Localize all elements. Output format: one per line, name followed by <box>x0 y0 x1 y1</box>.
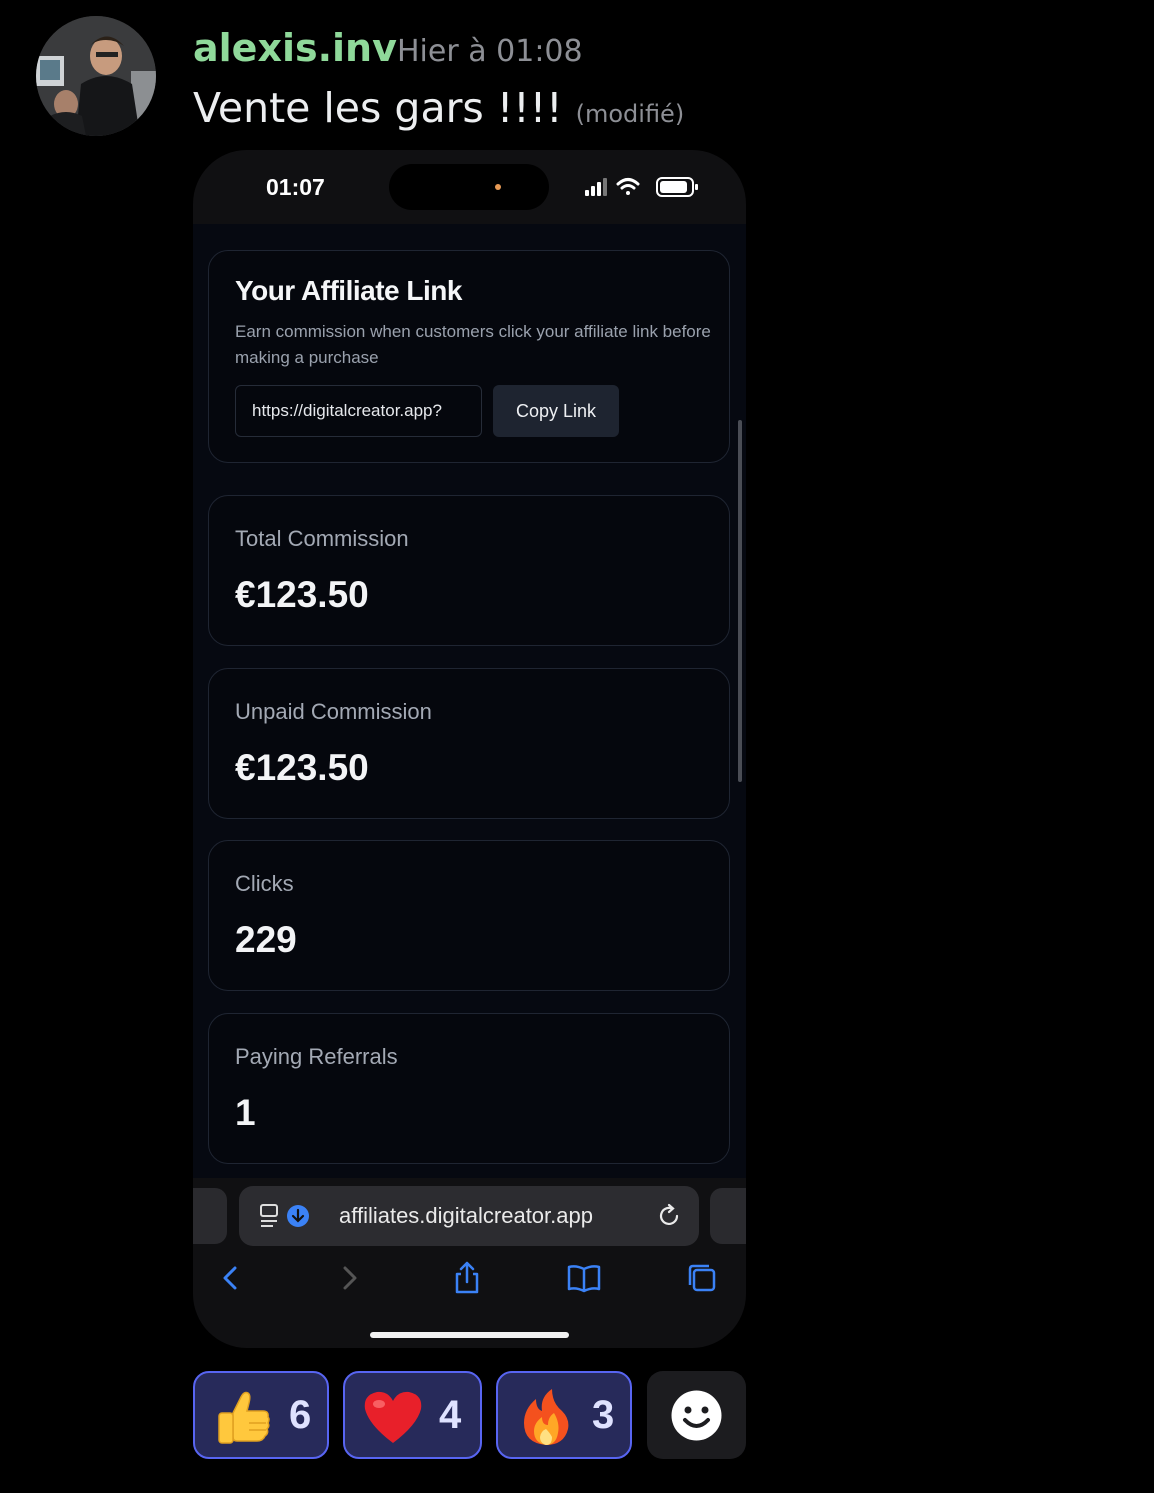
affiliate-link-field[interactable]: https://digitalcreator.app? <box>235 385 482 437</box>
browser-toolbar <box>193 1254 746 1302</box>
bookmarks-icon[interactable] <box>566 1260 602 1296</box>
dynamic-island <box>389 164 549 210</box>
stat-value: €123.50 <box>235 747 369 788</box>
reaction-red-heart[interactable]: 4 <box>343 1371 482 1459</box>
screenshot-attachment[interactable]: 01:07 Your Affiliate Link Earn commissio… <box>193 150 746 1348</box>
thumbs-up-icon <box>218 1391 270 1444</box>
stat-label: Clicks <box>235 871 294 896</box>
page-menu-icon[interactable] <box>259 1202 313 1230</box>
browser-address-row: affiliates.digitalcreator.app <box>193 1186 746 1246</box>
cellular-signal-icon <box>585 178 607 196</box>
message-content: Vente les gars !!!! (modifié) <box>193 84 684 132</box>
message-timestamp: Hier à 01:08 <box>397 34 583 69</box>
web-content[interactable]: Your Affiliate Link Earn commission when… <box>193 224 746 1178</box>
stat-label: Unpaid Commission <box>235 699 432 724</box>
stat-value: 229 <box>235 919 297 960</box>
stat-label: Total Commission <box>235 526 409 551</box>
edited-label: (modifié) <box>575 100 685 128</box>
affiliate-link-card: Your Affiliate Link Earn commission when… <box>208 250 730 463</box>
reaction-count: 6 <box>289 1393 312 1437</box>
stat-label: Paying Referrals <box>235 1044 398 1069</box>
back-icon[interactable] <box>213 1260 249 1296</box>
reaction-count: 4 <box>439 1393 462 1437</box>
home-indicator <box>370 1332 569 1338</box>
address-bar[interactable]: affiliates.digitalcreator.app <box>239 1186 699 1246</box>
stat-card-total-commission: Total Commission €123.50 <box>208 495 730 646</box>
download-icon <box>287 1205 309 1227</box>
reaction-thumbs-up[interactable]: 6 <box>193 1371 329 1459</box>
reload-icon[interactable] <box>657 1203 683 1229</box>
status-bar-time: 01:07 <box>266 174 325 200</box>
reaction-fire[interactable]: 3 <box>496 1371 632 1459</box>
fire-icon <box>524 1389 569 1445</box>
share-icon[interactable] <box>449 1260 485 1296</box>
avatar-photo <box>36 16 156 136</box>
add-reaction-button[interactable] <box>647 1371 746 1459</box>
copy-link-button[interactable]: Copy Link <box>493 385 619 437</box>
previous-tab-peek[interactable] <box>193 1188 227 1244</box>
red-heart-icon <box>364 1391 422 1443</box>
battery-icon <box>656 177 698 197</box>
address-bar-url[interactable]: affiliates.digitalcreator.app <box>339 1203 593 1229</box>
username[interactable]: alexis.inv <box>193 26 397 70</box>
stat-card-clicks: Clicks 229 <box>208 840 730 991</box>
scroll-indicator[interactable] <box>738 420 742 782</box>
tabs-icon[interactable] <box>684 1260 720 1296</box>
affiliate-card-description: Earn commission when customers click you… <box>235 322 711 367</box>
next-tab-peek[interactable] <box>710 1188 746 1244</box>
stat-value: 1 <box>235 1092 256 1133</box>
message-text: Vente les gars !!!! <box>193 84 563 132</box>
affiliate-card-title: Your Affiliate Link <box>235 275 462 306</box>
status-bar-icons <box>585 177 698 197</box>
stat-card-paying-referrals: Paying Referrals 1 <box>208 1013 730 1164</box>
stat-value: €123.50 <box>235 574 369 615</box>
smiley-add-reaction-icon <box>671 1390 722 1441</box>
stat-card-unpaid-commission: Unpaid Commission €123.50 <box>208 668 730 819</box>
privacy-indicator <box>495 184 501 190</box>
forward-icon[interactable] <box>331 1260 367 1296</box>
reaction-count: 3 <box>592 1393 615 1437</box>
wifi-icon <box>616 178 640 195</box>
avatar[interactable] <box>36 16 156 136</box>
